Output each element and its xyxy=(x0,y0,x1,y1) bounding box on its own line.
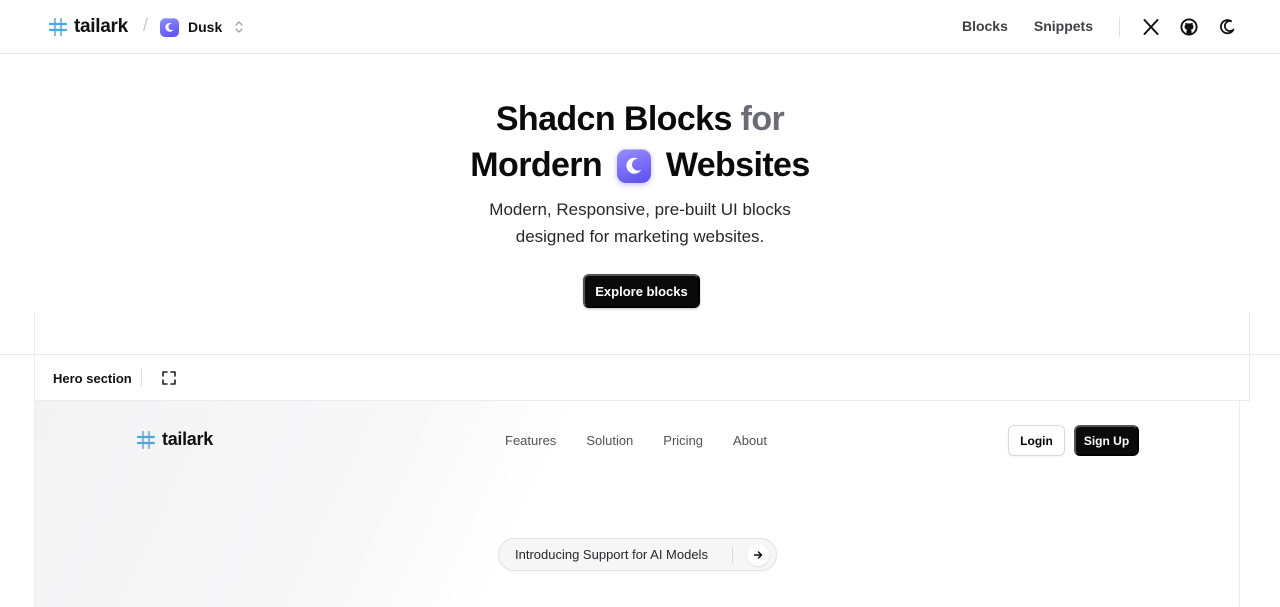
block-preview: tailark Features Solution Pricing About … xyxy=(35,401,1239,607)
hero-title-muted: for xyxy=(740,100,785,138)
theme-name: Dusk xyxy=(188,19,223,35)
preview-nav-features[interactable]: Features xyxy=(505,433,556,448)
announcement-pill[interactable]: Introducing Support for AI Models xyxy=(498,538,777,571)
preview-nav: Features Solution Pricing About xyxy=(505,433,767,448)
hero-subtitle-line-1: Modern, Responsive, pre-built UI blocks xyxy=(489,200,791,219)
breadcrumb-separator: / xyxy=(143,15,149,35)
chevron-updown-icon xyxy=(235,21,243,33)
hero-section: Shadcn Blocks for Mordern Websites Moder… xyxy=(0,96,1280,250)
hero-subtitle: Modern, Responsive, pre-built UI blocks … xyxy=(0,196,1280,250)
nav-link-snippets[interactable]: Snippets xyxy=(1034,18,1093,34)
guide-line-right-inner xyxy=(1239,401,1240,607)
preview-brand-name: tailark xyxy=(162,429,213,449)
announcement-divider xyxy=(732,547,733,563)
block-header-divider xyxy=(141,369,142,386)
brand-logo[interactable]: tailark xyxy=(48,14,128,40)
preview-nav-pricing[interactable]: Pricing xyxy=(663,433,703,448)
login-button[interactable]: Login xyxy=(1008,425,1065,456)
hero-title-line-2: Mordern Websites xyxy=(0,142,1280,188)
preview-hash-logo-icon xyxy=(136,430,156,449)
guide-line-right xyxy=(1249,312,1250,401)
preview-brand-logo[interactable]: tailark xyxy=(136,429,213,450)
block-title: Hero section xyxy=(53,371,132,386)
hero-title-before: Mordern xyxy=(470,146,603,184)
hash-logo-icon xyxy=(48,17,68,37)
arrow-right-icon xyxy=(747,544,769,566)
explore-blocks-button[interactable]: Explore blocks xyxy=(583,274,700,308)
hero-subtitle-line-2: designed for marketing websites. xyxy=(515,227,765,246)
hero-title-after: Websites xyxy=(665,146,810,184)
preview-nav-about[interactable]: About xyxy=(733,433,767,448)
moon-badge-icon xyxy=(616,149,651,183)
hero-title-main: Shadcn Blocks xyxy=(495,100,733,138)
nav-divider xyxy=(1119,17,1120,37)
nav-link-blocks[interactable]: Blocks xyxy=(962,18,1008,34)
github-icon[interactable] xyxy=(1179,17,1199,37)
fullscreen-icon[interactable] xyxy=(161,370,177,386)
hero-title-line-1: Shadcn Blocks for xyxy=(0,96,1280,142)
announcement-text: Introducing Support for AI Models xyxy=(515,547,708,562)
preview-nav-solution[interactable]: Solution xyxy=(586,433,633,448)
block-header: Hero section xyxy=(35,355,1249,401)
top-links: Blocks Snippets xyxy=(962,18,1093,34)
signup-button[interactable]: Sign Up xyxy=(1074,425,1139,456)
theme-badge-icon xyxy=(160,17,179,37)
brand-name: tailark xyxy=(74,16,128,37)
top-navbar: tailark / Dusk Blocks Snippets xyxy=(0,0,1280,54)
theme-selector[interactable]: Dusk xyxy=(160,15,244,39)
x-icon[interactable] xyxy=(1141,17,1161,37)
moon-icon[interactable] xyxy=(1217,17,1237,37)
